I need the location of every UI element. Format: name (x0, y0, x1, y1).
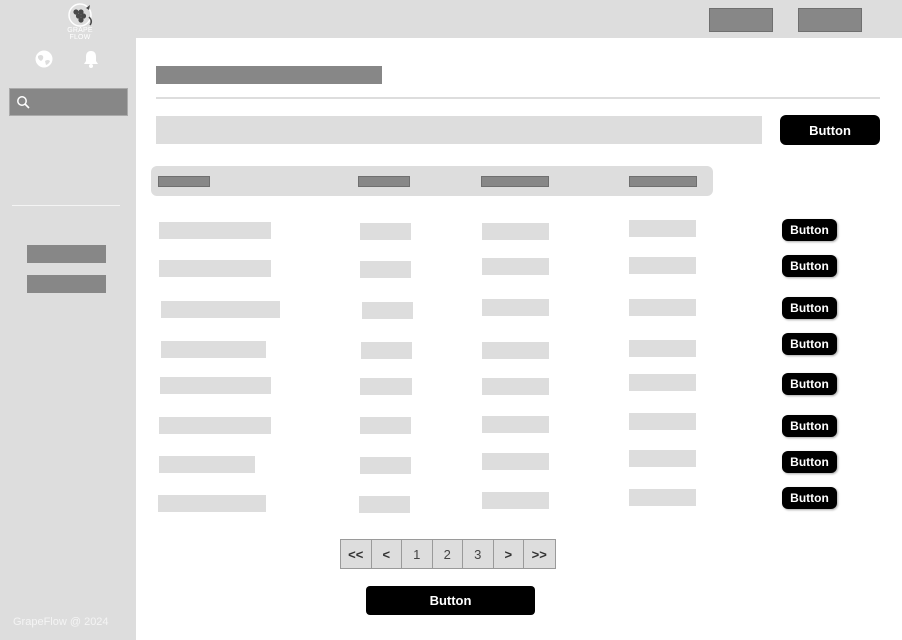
footer-copyright: GrapeFlow @ 2024 (13, 616, 109, 628)
table-header (151, 166, 713, 196)
sidebar-item-2[interactable] (27, 275, 106, 293)
table-cell (629, 450, 696, 467)
row-button[interactable]: Button (782, 415, 837, 437)
table-cell (359, 496, 410, 513)
row-button[interactable]: Button (782, 297, 837, 319)
table-cell (161, 301, 280, 318)
pagination-last-button[interactable]: >> (524, 540, 555, 568)
table-cell (629, 489, 696, 506)
row-button[interactable]: Button (782, 487, 837, 509)
row-button[interactable]: Button (782, 219, 837, 241)
top-bar-button-2[interactable] (798, 8, 862, 32)
table-cell (482, 223, 549, 240)
pagination-prev-button[interactable]: < (371, 540, 402, 568)
table-cell (361, 342, 412, 359)
row-button[interactable]: Button (782, 333, 837, 355)
table-cell (360, 457, 411, 474)
table-cell (629, 413, 696, 430)
table-cell (159, 260, 271, 277)
table-cell (159, 417, 271, 434)
filter-input[interactable] (156, 116, 762, 144)
table-cell (482, 416, 549, 433)
table-cell (629, 340, 696, 357)
table-cell (158, 495, 266, 512)
pagination-next-button[interactable]: > (493, 540, 524, 568)
row-button[interactable]: Button (782, 255, 837, 277)
top-bar-button-1[interactable] (709, 8, 773, 32)
search-icon (17, 96, 30, 109)
table-cell (629, 374, 696, 391)
column-header-4[interactable] (629, 176, 697, 187)
table-cell (482, 492, 549, 509)
table-cell (482, 453, 549, 470)
bell-icon[interactable] (82, 49, 102, 69)
table-cell (360, 261, 411, 278)
column-header-3[interactable] (481, 176, 549, 187)
table-cell (482, 378, 549, 395)
main-action-button[interactable]: Button (780, 115, 880, 145)
sidebar: GRAPE FLOW GrapeFlow @ 2024 (0, 0, 136, 640)
table-cell (360, 378, 412, 395)
table-cell (159, 222, 271, 239)
pagination: << < 1 2 3 > >> (340, 539, 556, 569)
pagination-page-2[interactable]: 2 (432, 540, 463, 568)
column-header-1[interactable] (158, 176, 210, 187)
grapeflow-logo[interactable]: GRAPE FLOW (56, 2, 104, 41)
title-divider (156, 97, 880, 99)
row-button[interactable]: Button (782, 373, 837, 395)
bottom-action-button[interactable]: Button (366, 586, 535, 615)
table-cell (362, 302, 413, 319)
pagination-first-button[interactable]: << (341, 540, 372, 568)
table-cell (629, 220, 696, 237)
search-input[interactable] (36, 92, 124, 112)
row-button[interactable]: Button (782, 451, 837, 473)
globe-icon[interactable] (34, 49, 54, 69)
pagination-page-3[interactable]: 3 (463, 540, 494, 568)
table-cell (160, 377, 271, 394)
table-cell (360, 417, 411, 434)
logo-text: GRAPE FLOW (67, 27, 93, 41)
table-cell (482, 342, 549, 359)
table-cell (161, 341, 266, 358)
app-window: GRAPE FLOW GrapeFlow @ 2024 Button Butto… (0, 0, 902, 640)
table-cell (482, 258, 549, 275)
pagination-page-1[interactable]: 1 (402, 540, 433, 568)
page-title-placeholder (156, 66, 382, 84)
sidebar-divider (12, 205, 120, 206)
table-cell (482, 299, 549, 316)
sidebar-search[interactable] (9, 88, 128, 116)
column-header-2[interactable] (358, 176, 410, 187)
table-cell (629, 299, 696, 316)
table-cell (360, 223, 411, 240)
sidebar-item-1[interactable] (27, 245, 106, 263)
table-cell (159, 456, 255, 473)
table-cell (629, 257, 696, 274)
